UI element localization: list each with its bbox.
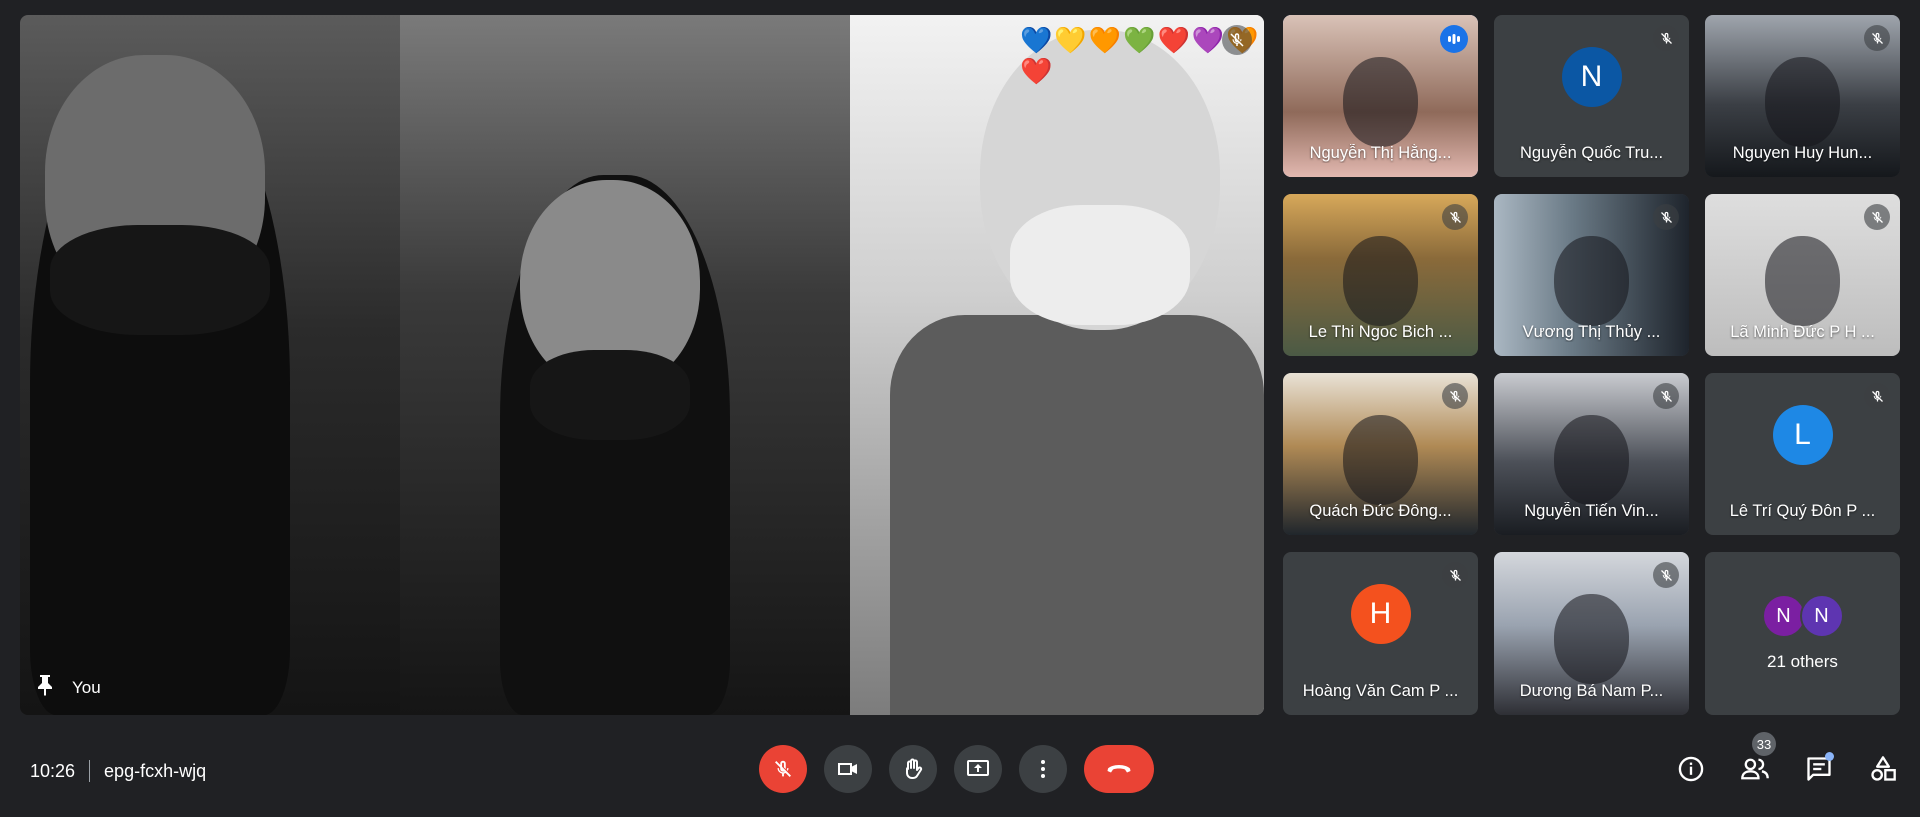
activities-button[interactable] <box>1864 750 1902 788</box>
self-name: You <box>72 677 101 697</box>
mic-off-icon <box>1864 25 1890 51</box>
mic-off-icon <box>1653 204 1679 230</box>
unread-dot <box>1825 752 1834 761</box>
participant-name: Le Thi Ngoc Bich ... <box>1308 323 1453 341</box>
participant-count-badge: 33 <box>1752 732 1776 756</box>
mic-off-icon <box>1442 204 1468 230</box>
person-head <box>1554 415 1629 505</box>
avatar: L <box>1772 405 1833 465</box>
person-mask <box>530 350 690 440</box>
participant-tile[interactable]: L Lê Trí Quý Đôn P ... <box>1705 373 1900 535</box>
divider <box>89 760 91 782</box>
shapes-icon <box>1871 756 1896 781</box>
present-icon <box>967 760 989 776</box>
person-head <box>1765 236 1840 326</box>
participant-tile[interactable]: Nguyen Huy Hun... <box>1705 15 1900 177</box>
more-options-button[interactable] <box>1019 745 1067 793</box>
others-tile[interactable]: N N 21 others <box>1705 552 1900 715</box>
side-controls: 33 <box>1672 732 1902 788</box>
speaking-indicator-icon <box>1440 25 1468 53</box>
person-head <box>1554 236 1629 326</box>
hand-icon <box>906 758 923 779</box>
mic-off-icon <box>1442 383 1468 409</box>
person-silhouette <box>890 315 1264 715</box>
camera-toggle-button[interactable] <box>824 745 872 793</box>
meeting-info: 10:26 epg-fcxh-wjq <box>30 760 206 782</box>
mic-off-icon <box>1653 25 1679 51</box>
mic-toggle-button[interactable] <box>759 745 807 793</box>
participant-name: Quách Đức Đông... <box>1309 502 1452 520</box>
participant-tile[interactable]: Quách Đức Đông... <box>1283 373 1478 535</box>
participant-tile[interactable]: Le Thi Ngoc Bich ... <box>1283 194 1478 356</box>
call-controls <box>759 745 1154 793</box>
person-mask <box>50 225 270 335</box>
others-avatars: N N <box>1761 594 1844 638</box>
person-head <box>1343 415 1418 505</box>
people-button[interactable]: 33 <box>1736 732 1776 788</box>
bottom-bar: 10:26 epg-fcxh-wjq 33 <box>0 730 1920 817</box>
participant-name: Nguyễn Tiến Vin... <box>1524 502 1659 520</box>
participant-tile[interactable]: Nguyễn Thị Hằng... <box>1283 15 1478 177</box>
person-head <box>1765 57 1840 147</box>
main-video-feed[interactable]: 💙💛🧡💚❤️💜🧡❤️ You <box>20 15 1264 715</box>
chat-button[interactable] <box>1800 750 1838 788</box>
info-icon <box>1678 756 1704 782</box>
mic-off-icon <box>1864 204 1890 230</box>
mic-off-icon <box>1653 562 1679 588</box>
avatar: N <box>1561 47 1622 107</box>
participant-name: Nguyễn Quốc Tru... <box>1519 144 1664 162</box>
present-screen-button[interactable] <box>954 745 1002 793</box>
participant-name: Vương Thị Thủy ... <box>1522 323 1661 341</box>
pin-icon[interactable] <box>36 674 54 701</box>
mic-off-icon <box>1653 383 1679 409</box>
more-vert-icon <box>1041 760 1045 778</box>
participant-name: Nguyen Huy Hun... <box>1732 144 1873 162</box>
person-head <box>1554 594 1629 684</box>
person-head <box>1343 236 1418 326</box>
person-head <box>1343 57 1418 147</box>
participant-name: Lã Minh Đức P H ... <box>1730 323 1875 341</box>
participant-name: Hoàng Văn Cam P ... <box>1302 682 1459 700</box>
clock-time: 10:26 <box>30 760 76 781</box>
meeting-details-button[interactable] <box>1672 750 1710 788</box>
participant-tile[interactable]: H Hoàng Văn Cam P ... <box>1283 552 1478 715</box>
participant-tile[interactable]: Nguyễn Tiến Vin... <box>1494 373 1689 535</box>
hang-up-icon <box>1107 765 1131 773</box>
participant-name: Lê Trí Quý Đôn P ... <box>1729 502 1876 520</box>
self-label: You <box>36 674 101 701</box>
meeting-code[interactable]: epg-fcxh-wjq <box>104 761 206 782</box>
avatar: N <box>1799 594 1844 638</box>
raise-hand-button[interactable] <box>889 745 937 793</box>
participant-tile[interactable]: Lã Minh Đức P H ... <box>1705 194 1900 356</box>
mic-off-icon <box>1864 383 1890 409</box>
people-icon <box>1741 758 1769 780</box>
camera-icon <box>838 763 857 775</box>
person-mask <box>1010 205 1190 325</box>
participant-tile[interactable]: Vương Thị Thủy ... <box>1494 194 1689 356</box>
participant-name: Nguyễn Thị Hằng... <box>1309 144 1452 162</box>
leave-call-button[interactable] <box>1084 745 1154 793</box>
participant-tile[interactable]: Dương Bá Nam P... <box>1494 552 1689 715</box>
participant-tile[interactable]: N Nguyễn Quốc Tru... <box>1494 15 1689 177</box>
mic-off-icon <box>775 760 791 777</box>
participant-name: Dương Bá Nam P... <box>1519 682 1664 700</box>
avatar: H <box>1350 584 1411 644</box>
others-count-label: 21 others <box>1767 652 1838 671</box>
mic-off-icon <box>1222 25 1252 55</box>
mic-off-icon <box>1442 562 1468 588</box>
